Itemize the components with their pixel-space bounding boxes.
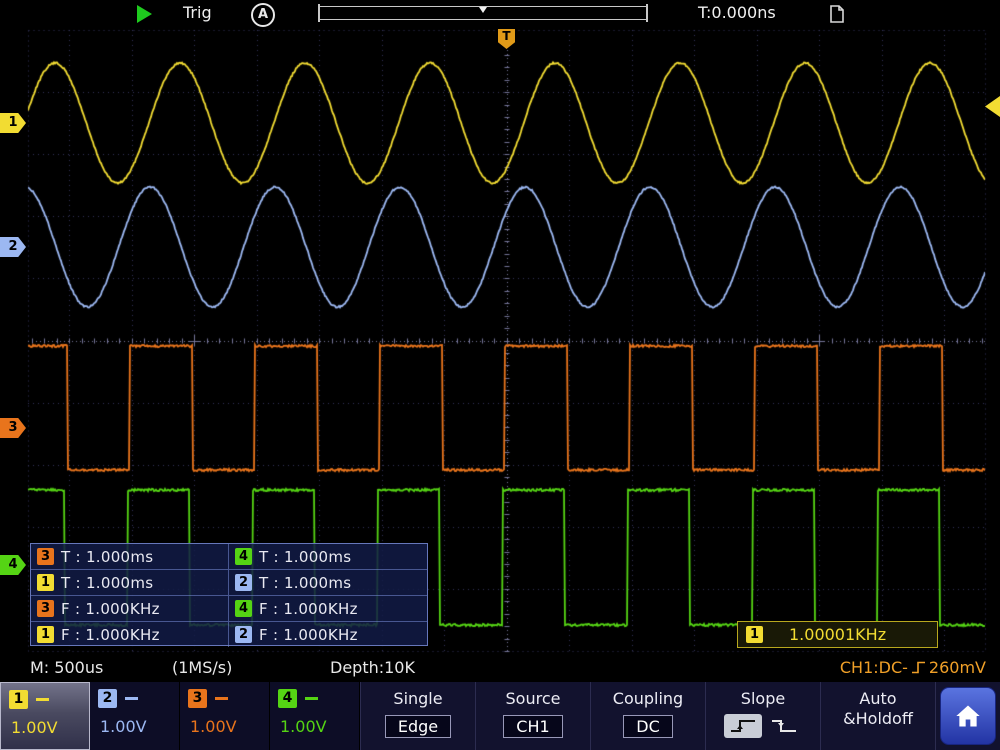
oscilloscope-screen: Trig A T:0.000ns 1 2 3 4 T 3 T : 1.000ms… [0, 0, 1000, 750]
trigger-source-coupling: CH1:DC- [840, 658, 908, 677]
channel-2-badge: 2 [235, 626, 252, 643]
menu-item-value[interactable]: CH1 [503, 715, 562, 738]
measurement-value: T : 1.000ms [259, 548, 351, 566]
frequency-counter-value: 1.00001KHz [789, 625, 886, 644]
channel-1-scale: 1.00V [11, 718, 89, 737]
channel-3-menu-box[interactable]: 3 1.00V [180, 682, 270, 750]
measurement-row: 1 F : 1.000KHz 2 F : 1.000KHz [31, 622, 427, 647]
coupling-dash-icon [305, 697, 318, 700]
memory-position-bar[interactable] [318, 6, 648, 20]
channel-1-badge: 1 [37, 626, 54, 643]
trigger-level-readout: 260mV [929, 658, 986, 677]
channel-4-badge: 4 [278, 689, 297, 708]
position-bar-left-cap [318, 4, 320, 22]
memory-depth-readout: Depth:10K [330, 658, 415, 677]
trigger-status-label: Trig [183, 3, 212, 22]
bottom-menu: 1 1.00V 2 1.00V 3 1.00V 4 1.00V [0, 682, 1000, 750]
channel-1-header: 1 [9, 690, 89, 709]
sample-rate-readout: (1MS/s) [172, 658, 232, 677]
trigger-slope-icon [911, 660, 926, 675]
measurement-value: F : 1.000KHz [259, 626, 358, 644]
coupling-dash-icon [215, 697, 228, 700]
measurement-cell: 4 T : 1.000ms [229, 544, 427, 569]
channel-2-menu-box[interactable]: 2 1.00V [90, 682, 180, 750]
measurement-cell: 2 T : 1.000ms [229, 570, 427, 595]
home-icon [954, 703, 982, 729]
channel-3-badge: 3 [188, 689, 207, 708]
channel-3-header: 3 [188, 689, 269, 708]
run-indicator-icon[interactable] [137, 5, 152, 23]
menu-item-slope[interactable]: Slope [705, 682, 820, 750]
channel-4-menu-box[interactable]: 4 1.00V [270, 682, 360, 750]
trigger-offset-readout: T:0.000ns [698, 3, 776, 22]
menu-item-title: Single [361, 689, 475, 708]
trigger-settings-readout: CH1:DC- 260mV [840, 658, 986, 677]
channel-2-badge: 2 [235, 574, 252, 591]
menu-item-auto-holdoff[interactable]: Auto &Holdoff [820, 682, 935, 750]
measurement-panel: 3 T : 1.000ms 4 T : 1.000ms 1 T : 1.000m… [30, 543, 428, 646]
channel-1-badge: 1 [746, 626, 763, 643]
channel-4-badge: 4 [235, 600, 252, 617]
frequency-counter: 1 1.00001KHz [737, 621, 938, 648]
channel-2-scale: 1.00V [100, 717, 179, 736]
menu-item-subtitle: &Holdoff [821, 709, 935, 728]
document-icon[interactable] [828, 4, 846, 24]
channel-3-badge: 3 [37, 548, 54, 565]
channel-1-badge: 1 [9, 690, 28, 709]
status-bar: M: 500us (1MS/s) Depth:10K CH1:DC- 260mV [0, 655, 1000, 682]
menu-item-title: Slope [706, 689, 820, 708]
channel-3-scale: 1.00V [190, 717, 269, 736]
coupling-dash-icon [36, 698, 49, 701]
menu-item-single[interactable]: Single Edge [360, 682, 475, 750]
channel-1-menu-box[interactable]: 1 1.00V [0, 682, 90, 750]
measurement-value: F : 1.000KHz [259, 600, 358, 618]
channel-2-badge: 2 [98, 689, 117, 708]
menu-item-source[interactable]: Source CH1 [475, 682, 590, 750]
measurement-row: 3 F : 1.000KHz 4 F : 1.000KHz [31, 596, 427, 622]
measurement-value: F : 1.000KHz [61, 600, 160, 618]
coupling-dash-icon [125, 697, 138, 700]
auto-trigger-icon: A [251, 3, 275, 27]
menu-item-title: Source [476, 689, 590, 708]
home-button[interactable] [940, 687, 996, 745]
channel-4-badge: 4 [235, 548, 252, 565]
menu-item-value[interactable]: DC [623, 715, 673, 738]
channel-4-scale: 1.00V [280, 717, 359, 736]
measurement-cell: 3 T : 1.000ms [31, 544, 229, 569]
measurement-row: 1 T : 1.000ms 2 T : 1.000ms [31, 570, 427, 596]
measurement-value: T : 1.000ms [61, 548, 153, 566]
measurement-cell: 4 F : 1.000KHz [229, 596, 427, 621]
top-bar: Trig A T:0.000ns [0, 0, 1000, 28]
measurement-cell: 1 T : 1.000ms [31, 570, 229, 595]
measurement-cell: 1 F : 1.000KHz [31, 622, 229, 647]
channel-1-badge: 1 [37, 574, 54, 591]
measurement-row: 3 T : 1.000ms 4 T : 1.000ms [31, 544, 427, 570]
channel-4-header: 4 [278, 689, 359, 708]
menu-item-coupling[interactable]: Coupling DC [590, 682, 705, 750]
measurement-value: T : 1.000ms [61, 574, 153, 592]
measurement-value: F : 1.000KHz [61, 626, 160, 644]
slope-options [706, 714, 820, 738]
position-marker-icon[interactable] [479, 7, 487, 13]
home-button-area [935, 682, 1000, 750]
channel-3-badge: 3 [37, 600, 54, 617]
slope-rising-icon[interactable] [724, 714, 762, 738]
menu-item-title: Coupling [591, 689, 705, 708]
position-bar-right-cap [646, 4, 648, 22]
menu-item-value[interactable]: Edge [385, 715, 451, 738]
measurement-value: T : 1.000ms [259, 574, 351, 592]
channel-2-header: 2 [98, 689, 179, 708]
timebase-readout: M: 500us [30, 658, 103, 677]
measurement-cell: 3 F : 1.000KHz [31, 596, 229, 621]
measurement-cell: 2 F : 1.000KHz [229, 622, 427, 647]
slope-falling-icon[interactable] [765, 714, 803, 738]
menu-item-title: Auto [821, 689, 935, 708]
